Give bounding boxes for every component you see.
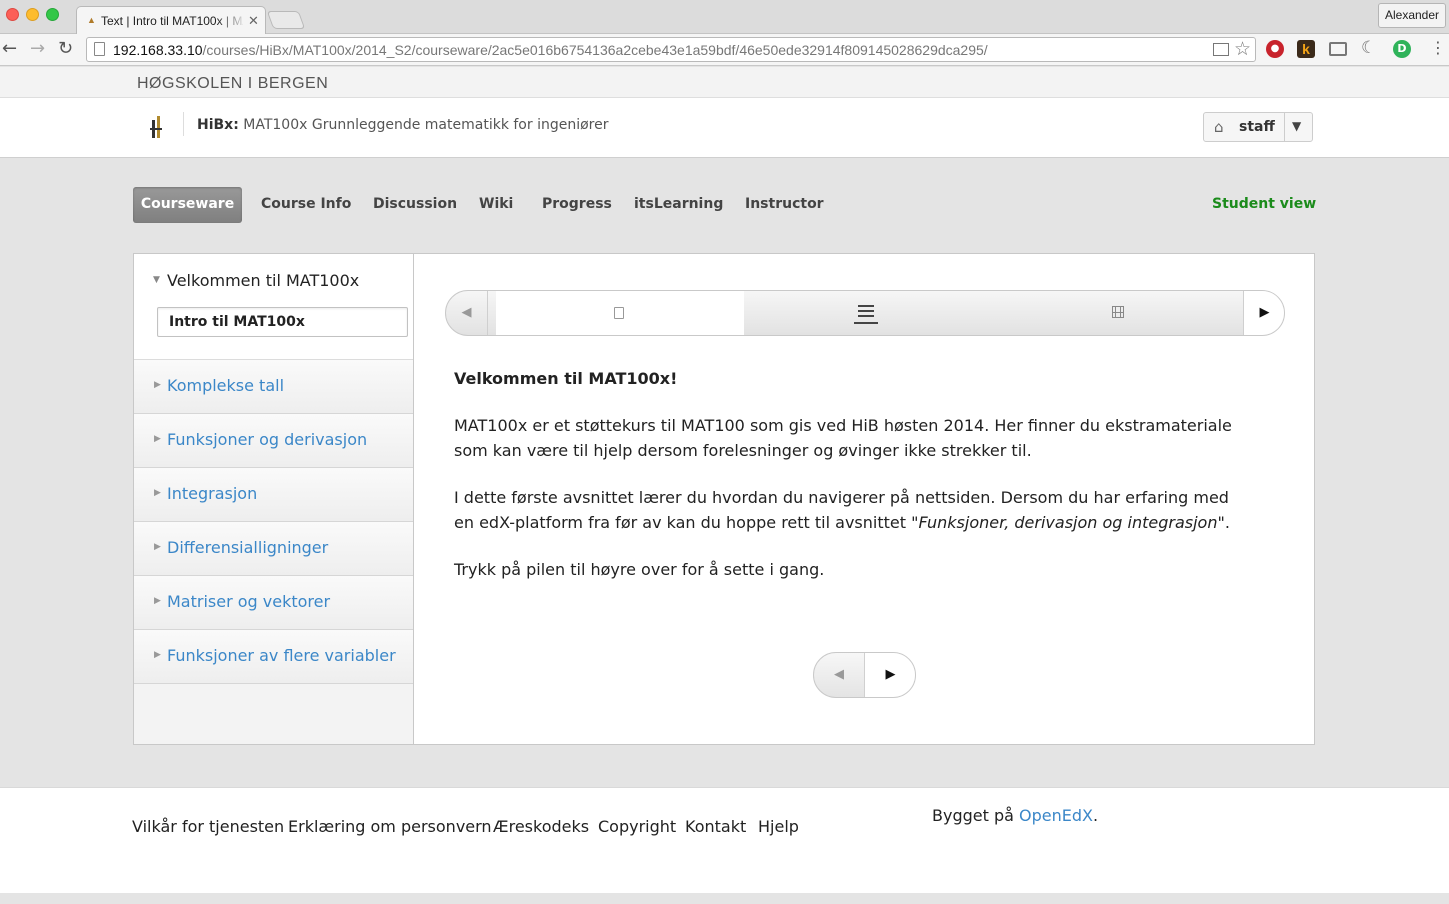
chapter-title[interactable]: Velkommen til MAT100x [167, 271, 359, 290]
home-icon[interactable]: ⌂ [1214, 118, 1224, 136]
sequence-tab-text[interactable] [496, 291, 744, 335]
reload-icon[interactable]: ↻ [58, 38, 73, 60]
chapter-label[interactable]: Differensialligninger [167, 538, 328, 557]
new-tab-button[interactable] [266, 11, 306, 29]
caret-right-icon: ▶ [154, 542, 161, 552]
chapter-label[interactable]: Funksjoner og derivasjon [167, 430, 367, 449]
tab-wiki[interactable]: Wiki [479, 187, 513, 223]
section-active[interactable]: Intro til MAT100x [157, 307, 408, 337]
adblock-extension-icon[interactable]: ● [1266, 40, 1284, 58]
caret-right-icon: ▶ [154, 596, 161, 606]
built-on-text: Bygget på OpenEdX. [932, 806, 1099, 825]
bottom-next-button[interactable]: ▶ [865, 653, 915, 697]
browser-toolbar: ← → ↻ 192.168.33.10/courses/HiBx/MAT100x… [0, 34, 1449, 66]
forward-icon[interactable]: → [30, 38, 45, 60]
caret-down-icon: ▼ [153, 275, 160, 285]
school-name: HØGSKOLEN I BERGEN [137, 75, 329, 92]
footer-link-terms[interactable]: Vilkår for tjenesten [132, 817, 284, 836]
problem-list-icon [854, 305, 878, 324]
courseware-panel: ▼ Velkommen til MAT100x Intro til MAT100… [133, 253, 1315, 745]
student-view-link[interactable]: Student view [1212, 187, 1316, 221]
bottom-prev-button[interactable]: ◀ [814, 653, 865, 697]
chapter-item[interactable]: ▶ Matriser og vektorer [134, 576, 413, 630]
tab-course-info[interactable]: Course Info [261, 187, 351, 223]
unit-paragraph: MAT100x er et støttekurs til MAT100 som … [454, 416, 1232, 460]
profile-button[interactable]: Alexander [1378, 3, 1446, 28]
cast-icon[interactable] [1329, 42, 1347, 56]
chapter-item[interactable]: ▶ Komplekse tall [134, 360, 413, 414]
caret-right-icon: ▶ [154, 650, 161, 660]
window-minimize-button[interactable] [26, 8, 39, 21]
unit-paragraph: Trykk på pilen til høyre over for å sett… [454, 560, 825, 579]
bottom-sequence-nav: ◀ ▶ [813, 652, 916, 698]
unit-text: Velkommen til MAT100x! MAT100x er et stø… [454, 366, 1254, 604]
chapter-label[interactable]: Komplekse tall [167, 376, 284, 395]
footer-link-help[interactable]: Hjelp [758, 817, 799, 836]
openedx-link[interactable]: OpenEdX [1019, 806, 1093, 825]
site-footer: Vilkår for tjenesten Erklæring om person… [0, 787, 1449, 893]
favicon-icon: ▲ [87, 15, 96, 25]
chapter-item[interactable]: ▶ Differensialligninger [134, 522, 413, 576]
tab-instructor[interactable]: Instructor [745, 187, 824, 223]
address-bar[interactable]: 192.168.33.10/courses/HiBx/MAT100x/2014_… [86, 37, 1256, 62]
tab-itslearning[interactable]: itsLearning [634, 187, 723, 223]
course-header: HiBx: MAT100x Grunnleggende matematikk f… [0, 98, 1449, 158]
page-icon [94, 42, 105, 56]
user-menu[interactable]: ⌂ staff ▼ [1203, 112, 1313, 142]
course-sidebar: ▼ Velkommen til MAT100x Intro til MAT100… [134, 254, 414, 744]
sequence-next-button[interactable]: ▶ [1243, 291, 1284, 335]
course-name: MAT100x Grunnleggende matematikk for ing… [243, 117, 609, 133]
chevron-down-icon[interactable]: ▼ [1292, 119, 1301, 133]
footer-link-privacy[interactable]: Erklæring om personvern [288, 817, 492, 836]
green-extension-icon[interactable]: D [1393, 40, 1411, 58]
unit-content: ◀ ▶ Velkommen til MAT100x! MAT100x er et… [415, 254, 1314, 744]
k-extension-icon[interactable]: k [1297, 40, 1315, 58]
footer-link-contact[interactable]: Kontakt [685, 817, 746, 836]
star-icon[interactable]: ☆ [1234, 38, 1251, 60]
caret-right-icon: ▶ [154, 488, 161, 498]
footer-link-copyright[interactable]: Copyright [598, 817, 676, 836]
unit-title: Velkommen til MAT100x! [454, 369, 678, 388]
user-name[interactable]: staff [1239, 119, 1275, 135]
window-zoom-button[interactable] [46, 8, 59, 21]
sequence-prev-button[interactable]: ◀ [446, 291, 488, 335]
chapter-item[interactable]: ▶ Funksjoner av flere variabler [134, 630, 413, 684]
chapter-expanded: ▼ Velkommen til MAT100x Intro til MAT100… [134, 254, 413, 360]
chapter-item[interactable]: ▶ Integrasjon [134, 468, 413, 522]
text-icon [614, 307, 624, 319]
chapter-label[interactable]: Integrasjon [167, 484, 257, 503]
tab-progress[interactable]: Progress [542, 187, 612, 223]
tab-courseware[interactable]: Courseware [133, 187, 242, 223]
school-bar: HØGSKOLEN I BERGEN [0, 67, 1449, 98]
window-close-button[interactable] [6, 8, 19, 21]
chapter-label[interactable]: Matriser og vektorer [167, 592, 330, 611]
sequence-nav: ◀ ▶ [445, 290, 1285, 336]
unit-paragraph: I dette første avsnittet lærer du hvorda… [454, 488, 1230, 532]
sequence-tab-video[interactable] [994, 291, 1242, 335]
moon-extension-icon[interactable]: ☾ [1361, 38, 1379, 58]
url-text[interactable]: 192.168.33.10/courses/HiBx/MAT100x/2014_… [113, 42, 988, 58]
video-icon [1112, 306, 1124, 318]
tab-close-icon[interactable]: ✕ [248, 13, 259, 29]
sequence-tab-problem[interactable] [744, 291, 992, 335]
browser-tab-active[interactable]: ▲ Text | Intro til MAT100x | MAT100x ✕ [76, 6, 266, 35]
reader-icon[interactable] [1213, 43, 1229, 56]
chapter-label[interactable]: Funksjoner av flere variabler [167, 646, 396, 665]
footer-link-honor-code[interactable]: Æreskodeks [493, 817, 589, 836]
caret-right-icon: ▶ [154, 434, 161, 444]
menu-icon[interactable]: ⋮ [1430, 38, 1446, 58]
course-title: HiBx: MAT100x Grunnleggende matematikk f… [197, 117, 608, 133]
caret-right-icon: ▶ [154, 380, 161, 390]
back-icon[interactable]: ← [2, 38, 17, 60]
browser-titlebar: ▲ Text | Intro til MAT100x | MAT100x ✕ A… [0, 0, 1449, 35]
course-org: HiBx: [197, 117, 239, 133]
tab-discussion[interactable]: Discussion [373, 187, 457, 223]
chapter-item[interactable]: ▶ Funksjoner og derivasjon [134, 414, 413, 468]
logo-icon[interactable] [150, 116, 164, 138]
